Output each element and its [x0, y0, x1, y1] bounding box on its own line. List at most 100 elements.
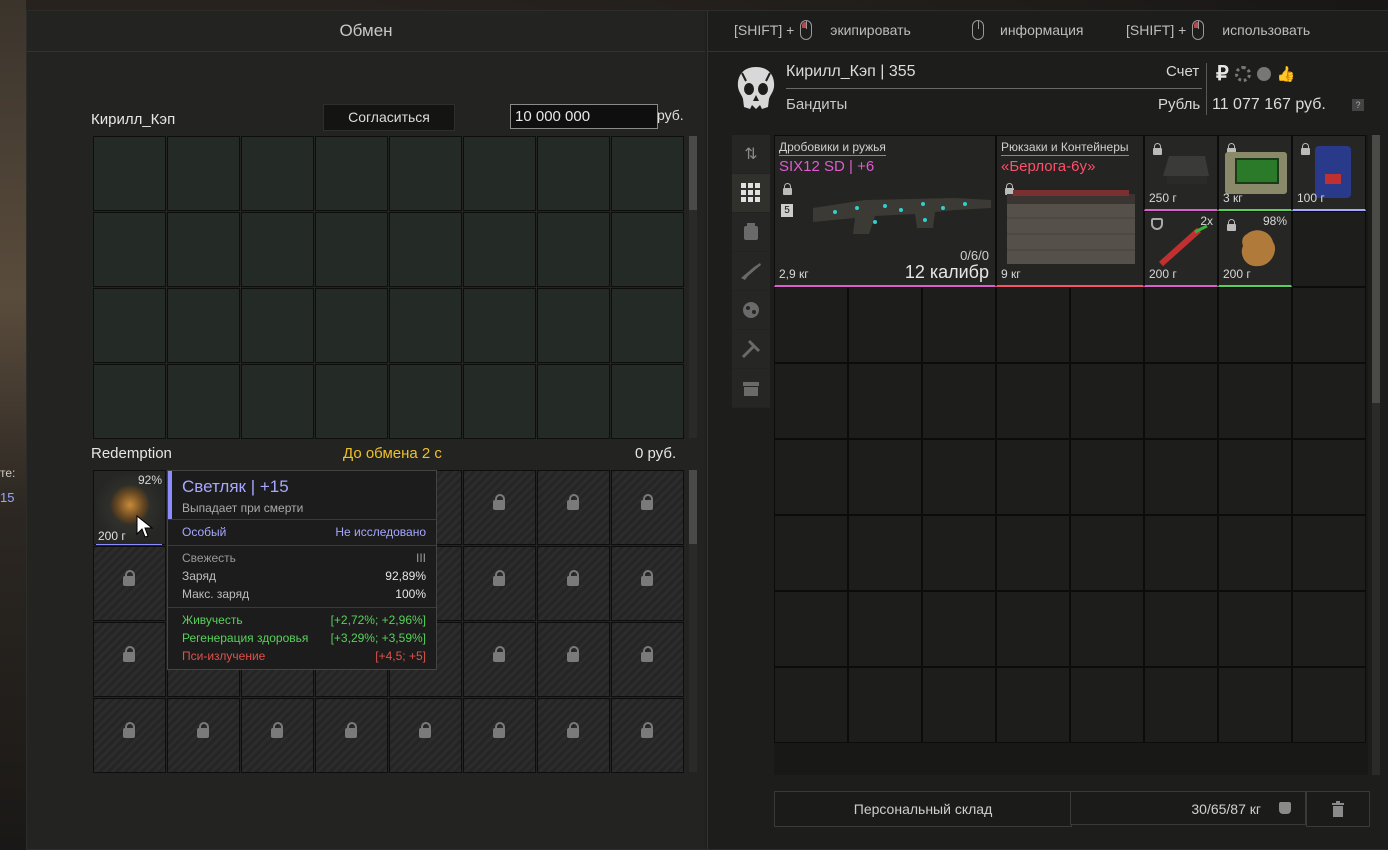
offer-slot[interactable] — [93, 136, 166, 211]
item-container[interactable]: Рюкзаки и Контейнеры «Берлога-6у» 9 кг — [996, 135, 1144, 287]
locked-slot[interactable] — [93, 698, 166, 773]
inventory-slot[interactable] — [1292, 515, 1366, 591]
offer-slot[interactable] — [93, 288, 166, 363]
gear-currency-icon[interactable] — [1234, 65, 1251, 82]
offer-slot[interactable] — [389, 212, 462, 287]
inventory-slot[interactable] — [1070, 515, 1144, 591]
inventory-slot[interactable] — [848, 591, 922, 667]
inventory-slot[interactable] — [996, 287, 1070, 363]
inventory-slot[interactable] — [1144, 363, 1218, 439]
offer-slot[interactable] — [611, 136, 684, 211]
item-battery[interactable]: 100 г — [1292, 135, 1366, 211]
offer-slot[interactable] — [537, 136, 610, 211]
inventory-slot[interactable] — [1218, 591, 1292, 667]
partner-scrollbar[interactable] — [689, 470, 697, 772]
inventory-slot[interactable] — [1218, 287, 1292, 363]
inventory-slot[interactable] — [848, 515, 922, 591]
offer-scroll-thumb[interactable] — [689, 136, 697, 210]
locked-slot[interactable] — [611, 470, 684, 545]
trash-button[interactable] — [1306, 791, 1370, 827]
inventory-slot[interactable] — [1292, 439, 1366, 515]
inventory-scroll-thumb[interactable] — [1372, 135, 1380, 403]
locked-slot[interactable] — [611, 698, 684, 773]
inventory-slot[interactable] — [996, 439, 1070, 515]
inventory-slot[interactable] — [1218, 439, 1292, 515]
offer-slot[interactable] — [537, 364, 610, 439]
inventory-slot[interactable] — [1292, 667, 1366, 743]
inventory-scrollbar[interactable] — [1372, 135, 1380, 775]
inventory-slot[interactable] — [848, 439, 922, 515]
box-icon[interactable] — [732, 369, 770, 408]
inventory-slot[interactable] — [1144, 439, 1218, 515]
inventory-slot[interactable] — [1070, 591, 1144, 667]
inventory-slot[interactable] — [996, 363, 1070, 439]
locked-slot[interactable] — [241, 698, 314, 773]
backpack-icon[interactable] — [732, 213, 770, 252]
locked-slot[interactable] — [93, 622, 166, 697]
offer-slot[interactable] — [389, 288, 462, 363]
inventory-slot[interactable] — [1070, 363, 1144, 439]
offer-slot[interactable] — [241, 364, 314, 439]
item-device[interactable]: 3 кг — [1218, 135, 1292, 211]
tools-icon[interactable] — [732, 330, 770, 369]
offer-slot[interactable] — [315, 364, 388, 439]
inventory-slot[interactable] — [922, 439, 996, 515]
inventory-slot[interactable] — [774, 363, 848, 439]
offer-slot[interactable] — [241, 212, 314, 287]
offer-scrollbar[interactable] — [689, 136, 697, 438]
locked-slot[interactable] — [93, 546, 166, 621]
grid-icon[interactable] — [732, 174, 770, 213]
inventory-slot[interactable] — [922, 667, 996, 743]
inventory-grid[interactable]: Дробовики и ружья SIX12 SD | +6 5 0/6/0 … — [774, 135, 1368, 775]
money-input[interactable]: 10 000 000 — [510, 104, 658, 129]
offer-slot[interactable] — [463, 136, 536, 211]
locked-slot[interactable] — [611, 622, 684, 697]
inventory-slot[interactable] — [1218, 363, 1292, 439]
offer-slot[interactable] — [537, 212, 610, 287]
locked-slot[interactable] — [611, 546, 684, 621]
offer-slot[interactable] — [167, 288, 240, 363]
coin-icon[interactable] — [1256, 66, 1271, 81]
item-syringe[interactable]: 2x 200 г — [1144, 211, 1218, 287]
offer-slot[interactable] — [315, 212, 388, 287]
offer-slot[interactable] — [315, 288, 388, 363]
inventory-slot[interactable] — [1144, 591, 1218, 667]
locked-slot[interactable] — [463, 622, 536, 697]
inventory-slot[interactable] — [996, 515, 1070, 591]
inventory-slot[interactable] — [922, 287, 996, 363]
thumbs-up-icon[interactable]: 👍 — [1277, 65, 1296, 83]
inventory-slot[interactable] — [922, 591, 996, 667]
offer-slot[interactable] — [93, 364, 166, 439]
offer-slot[interactable] — [389, 136, 462, 211]
offer-slot[interactable] — [463, 212, 536, 287]
help-icon[interactable]: ? — [1352, 99, 1364, 111]
ruble-icon[interactable]: ₽ — [1216, 61, 1229, 86]
offer-slot[interactable] — [167, 364, 240, 439]
inventory-slot[interactable] — [1070, 287, 1144, 363]
offer-slot[interactable] — [611, 212, 684, 287]
offer-slot[interactable] — [611, 364, 684, 439]
inventory-slot[interactable] — [996, 667, 1070, 743]
offer-slot[interactable] — [93, 212, 166, 287]
offer-slot[interactable] — [241, 288, 314, 363]
locked-slot[interactable] — [167, 698, 240, 773]
offer-slot[interactable] — [167, 136, 240, 211]
locked-slot[interactable] — [389, 698, 462, 773]
inventory-slot[interactable] — [774, 287, 848, 363]
locked-slot[interactable] — [537, 698, 610, 773]
locked-slot[interactable] — [315, 698, 388, 773]
partner-scroll-thumb[interactable] — [689, 470, 697, 544]
currency-tabs[interactable]: ₽ 👍 — [1216, 61, 1295, 86]
offer-slot[interactable] — [315, 136, 388, 211]
locked-slot[interactable] — [463, 546, 536, 621]
locked-slot[interactable] — [537, 546, 610, 621]
item-shotgun[interactable]: Дробовики и ружья SIX12 SD | +6 5 0/6/0 … — [774, 135, 996, 287]
locked-slot[interactable] — [463, 470, 536, 545]
locked-slot[interactable] — [537, 622, 610, 697]
item-artifact[interactable]: 98% 200 г — [1218, 211, 1292, 287]
inventory-slot[interactable] — [1218, 515, 1292, 591]
offer-slot[interactable] — [241, 136, 314, 211]
inventory-slot[interactable] — [1292, 591, 1366, 667]
offer-slot[interactable] — [463, 364, 536, 439]
inventory-slot[interactable] — [848, 287, 922, 363]
